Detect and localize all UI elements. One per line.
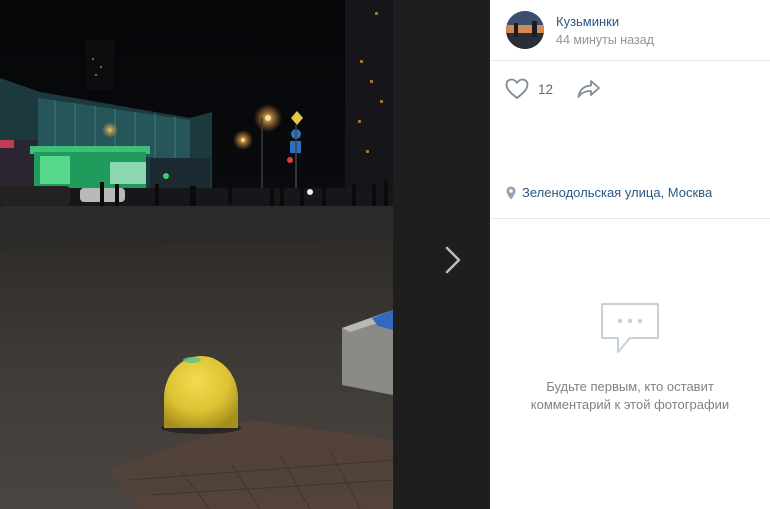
heart-outline-icon [505,78,529,99]
empty-comments-text: Будьте первым, кто оставит комментарий к… [490,378,770,414]
author-name-link[interactable]: Кузьминки [556,14,619,29]
chevron-right-icon [445,246,461,274]
empty-comments-line2: комментарий к этой фотографии [530,397,730,412]
empty-comments-placeholder: Будьте первым, кто оставит комментарий к… [490,300,770,414]
photo-area [0,0,490,509]
speech-bubble-icon [601,303,659,353]
photo-info-panel: Кузьминки 44 минуты назад 12 Зеленодольс [490,0,770,509]
author-avatar[interactable] [506,11,544,49]
location-text: Зеленодольская улица, Москва [522,185,713,200]
street-photo[interactable] [0,0,393,509]
post-actions: 12 [490,61,770,117]
like-button[interactable]: 12 [504,77,553,101]
map-pin-icon [506,186,516,199]
comments-divider [490,218,770,219]
share-arrow-icon [577,80,600,98]
photo-viewer: Кузьминки 44 минуты назад 12 Зеленодольс [0,0,770,509]
location-link[interactable]: Зеленодольская улица, Москва [506,185,712,200]
like-count: 12 [538,81,554,97]
share-button[interactable] [576,78,602,100]
empty-comments-line1: Будьте первым, кто оставит [546,379,714,394]
author-header: Кузьминки 44 минуты назад [490,0,770,61]
next-photo-button[interactable] [436,240,470,280]
post-time[interactable]: 44 минуты назад [556,33,654,47]
